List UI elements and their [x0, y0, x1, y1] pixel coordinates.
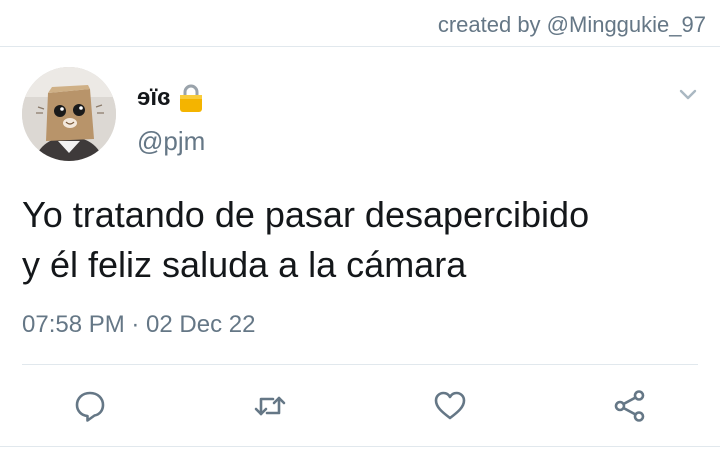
share-button[interactable]	[612, 388, 648, 424]
tweet-text-line: y él feliz saluda a la cámara	[22, 244, 467, 285]
share-icon	[614, 390, 645, 422]
top-divider	[0, 46, 720, 47]
timestamp[interactable]: 07:58 PM · 02 Dec 22	[22, 311, 255, 339]
avatar-image	[22, 67, 116, 161]
chevron-down-icon[interactable]	[676, 82, 700, 106]
display-name[interactable]: ɘïɞ	[137, 84, 171, 112]
display-name-row: ɘïɞ	[137, 82, 203, 114]
like-button[interactable]	[432, 388, 468, 424]
retweet-button[interactable]	[252, 388, 288, 424]
handle[interactable]: @pjm	[137, 126, 205, 157]
bottom-divider	[0, 446, 720, 447]
tweet-text: Yo tratando de pasar desapercibido y él …	[22, 190, 702, 290]
reply-icon	[75, 391, 105, 422]
divider	[22, 364, 698, 365]
lock-icon	[179, 83, 203, 113]
tweet-text-line: Yo tratando de pasar desapercibido	[22, 194, 590, 235]
retweet-icon	[254, 396, 286, 416]
like-icon	[434, 391, 466, 420]
credit-text: created by @Minggukie_97	[437, 12, 706, 37]
avatar[interactable]	[22, 67, 116, 161]
reply-button[interactable]	[72, 388, 108, 424]
